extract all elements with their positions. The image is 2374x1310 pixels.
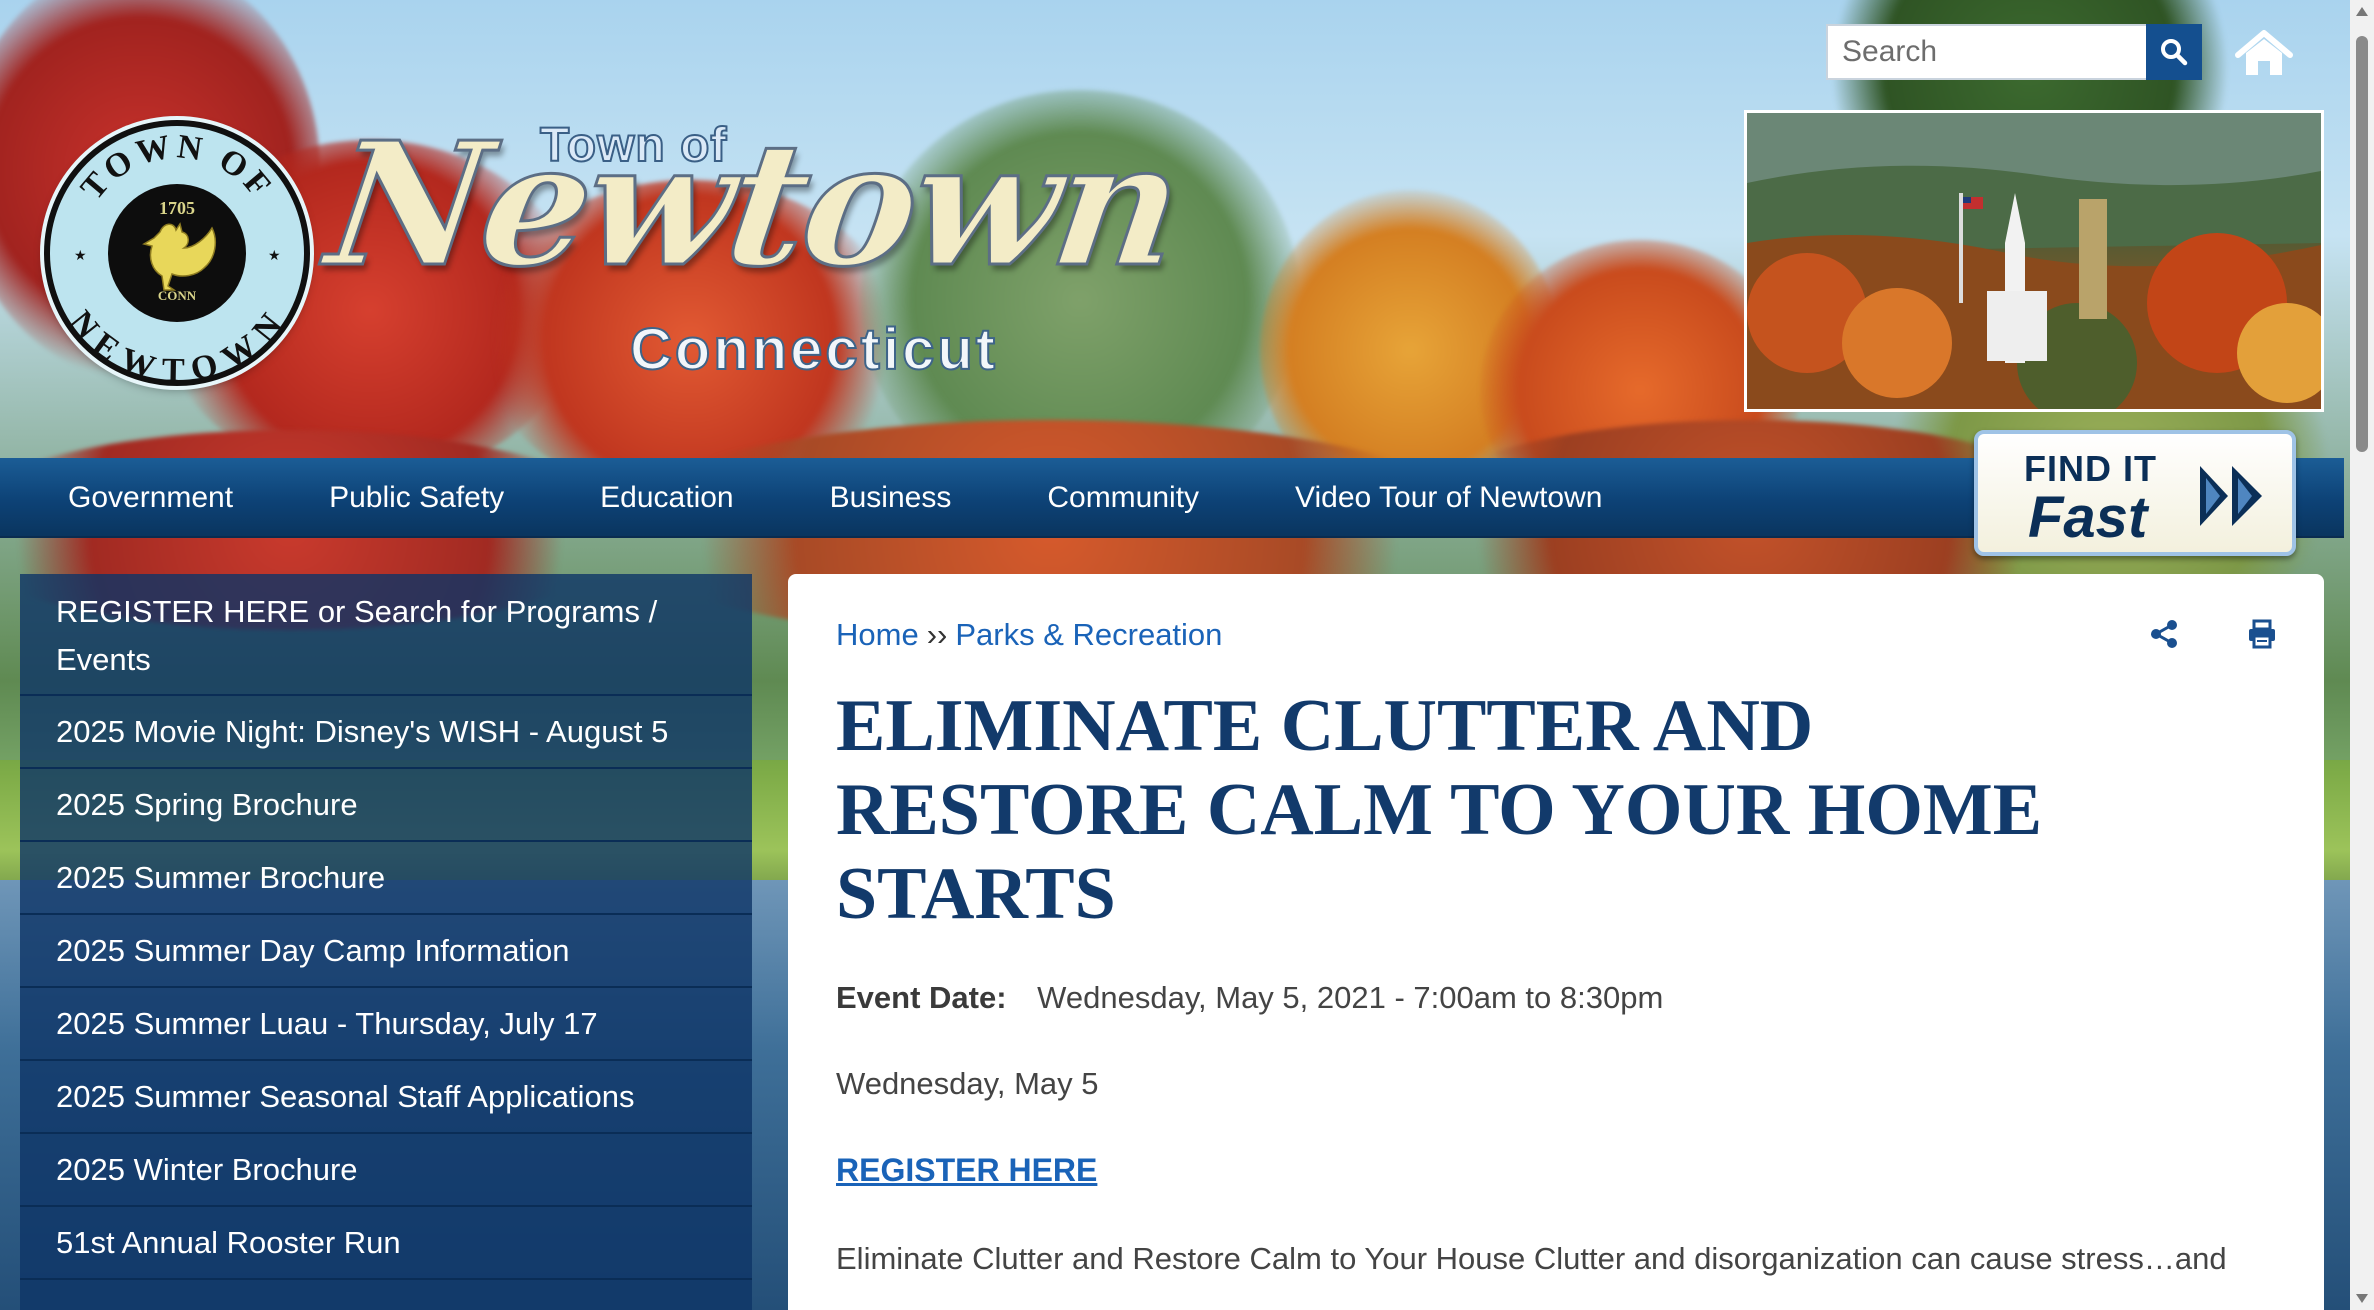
scrollbar-thumb[interactable]: [2356, 36, 2368, 452]
page-tools: [2146, 616, 2280, 652]
sidebar-item-winter-brochure[interactable]: 2025 Winter Brochure: [20, 1134, 752, 1207]
double-chevron-right-icon: [2200, 466, 2262, 526]
share-icon: [2151, 620, 2177, 648]
header-photo-town-green: [1744, 110, 2324, 412]
sidebar-item-register[interactable]: REGISTER HERE or Search for Programs / E…: [20, 574, 752, 696]
nav-item-education[interactable]: Education: [600, 481, 733, 515]
search-icon: [2161, 39, 2188, 66]
event-date-label: Event Date:: [836, 980, 1007, 1015]
sidebar-menu: REGISTER HERE or Search for Programs / E…: [20, 574, 752, 1310]
home-icon: [2235, 30, 2293, 75]
register-here-link[interactable]: REGISTER HERE: [836, 1152, 1097, 1189]
breadcrumb-parks-link[interactable]: Parks & Recreation: [955, 617, 1222, 653]
search-button[interactable]: [2146, 24, 2202, 80]
share-button[interactable]: [2146, 616, 2182, 652]
print-icon: [2249, 619, 2275, 649]
breadcrumb-home-link[interactable]: Home: [836, 617, 919, 653]
nav-item-government[interactable]: Government: [68, 481, 233, 515]
town-seal-logo[interactable]: TOWN OF NEWTOWN ★ ★ 1705 CONN: [44, 120, 310, 386]
scroll-up-icon[interactable]: [2354, 4, 2370, 20]
nav-item-community[interactable]: Community: [1047, 481, 1199, 515]
sidebar-item-spring-brochure[interactable]: 2025 Spring Brochure: [20, 769, 752, 842]
sidebar-item-day-camp[interactable]: 2025 Summer Day Camp Information: [20, 915, 752, 988]
search-input[interactable]: [1826, 24, 2146, 80]
breadcrumb: Home ›› Parks & Recreation: [836, 614, 2276, 656]
event-date-value: Wednesday, May 5, 2021 - 7:00am to 8:30p…: [1037, 980, 1664, 1015]
breadcrumb-separator: ››: [926, 617, 948, 652]
sidebar-item-summer-brochure[interactable]: 2025 Summer Brochure: [20, 842, 752, 915]
seal-conn: CONN: [157, 288, 197, 303]
event-day: Wednesday, May 5: [836, 1066, 1099, 1101]
sidebar-item-movie-night[interactable]: 2025 Movie Night: Disney's WISH - August…: [20, 696, 752, 769]
rooster-icon: [142, 222, 217, 291]
find-it-fast-button[interactable]: FIND IT Fast: [1974, 430, 2296, 556]
fast-label: Fast: [2028, 485, 2148, 550]
home-button[interactable]: [2232, 26, 2296, 82]
svg-text:★: ★: [268, 247, 281, 263]
page-scrollbar[interactable]: [2350, 0, 2374, 1310]
print-button[interactable]: [2244, 616, 2280, 652]
nav-item-public-safety[interactable]: Public Safety: [329, 481, 504, 515]
scroll-down-icon[interactable]: [2354, 1290, 2370, 1306]
church-photo: [1747, 113, 2321, 409]
event-date-row: Event Date: Wednesday, May 5, 2021 - 7:0…: [836, 980, 2276, 1016]
site-title-connecticut: Connecticut: [629, 316, 999, 383]
sidebar-item-summer-luau[interactable]: 2025 Summer Luau - Thursday, July 17: [20, 988, 752, 1061]
nav-item-video-tour[interactable]: Video Tour of Newtown: [1295, 481, 1602, 515]
search-bar: [1826, 24, 2202, 80]
sidebar-item-seasonal-staff[interactable]: 2025 Summer Seasonal Staff Applications: [20, 1061, 752, 1134]
sidebar-item-rooster-run[interactable]: 51st Annual Rooster Run: [20, 1207, 752, 1280]
event-description: Eliminate Clutter and Restore Calm to Yo…: [836, 1241, 2227, 1276]
nav-item-business[interactable]: Business: [830, 481, 952, 515]
svg-text:★: ★: [74, 247, 87, 263]
seal-center: 1705 CONN: [108, 184, 246, 322]
site-title-newtown[interactable]: Newtown: [316, 104, 1191, 307]
main-content: Home ›› Parks & Recreation ELIMINATE CLU…: [788, 574, 2324, 1310]
page-title: ELIMINATE CLUTTER AND RESTORE CALM TO YO…: [836, 685, 2043, 935]
